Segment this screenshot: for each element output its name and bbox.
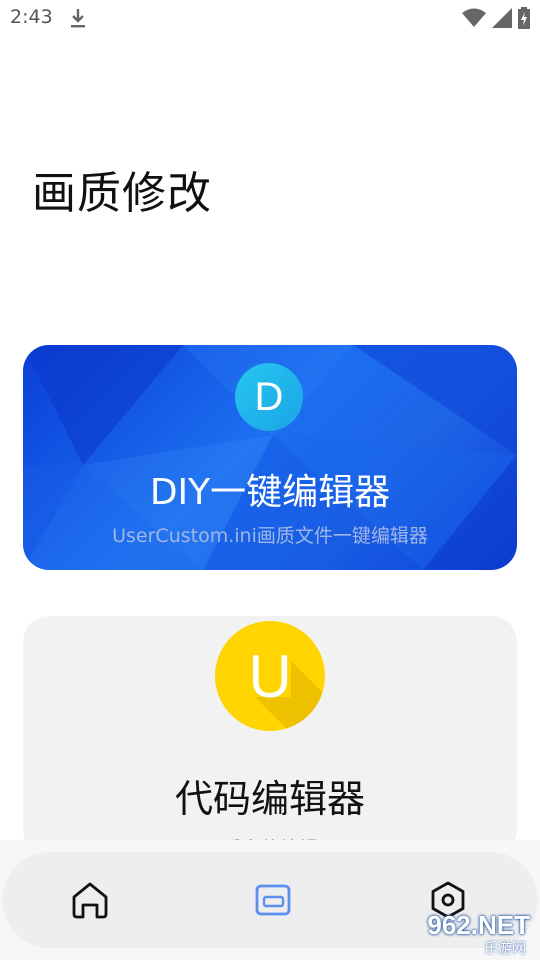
battery-charging-icon xyxy=(518,7,530,29)
code-badge-icon: U xyxy=(215,621,325,731)
wifi-icon xyxy=(462,8,486,28)
diy-card-title: DIY一键编辑器 xyxy=(149,472,391,513)
code-editor-card[interactable]: U 代码编辑器 画质文件编辑器 xyxy=(23,616,517,856)
watermark-logo: 962.NET 乐游网 xyxy=(398,906,536,957)
code-card-title: 代码编辑器 xyxy=(174,777,365,821)
download-icon xyxy=(68,6,88,30)
diy-card-subtitle: UserCustom.ini画质文件一键编辑器 xyxy=(112,525,428,547)
watermark-sub: 乐游网 xyxy=(484,941,526,957)
diy-editor-card[interactable]: D DIY一键编辑器 UserCustom.ini画质文件一键编辑器 xyxy=(23,345,517,570)
signal-icon xyxy=(492,8,512,28)
nav-editor[interactable] xyxy=(251,878,295,922)
code-badge-letter: U xyxy=(248,643,292,710)
status-time: 2:43 xyxy=(10,6,53,28)
home-icon xyxy=(72,882,108,919)
diy-badge-icon: D xyxy=(235,363,303,431)
editor-icon xyxy=(255,884,291,916)
nav-home[interactable] xyxy=(68,878,112,922)
watermark-text: 962.NET xyxy=(427,910,530,940)
status-bar: 2:43 xyxy=(0,0,540,38)
status-icons xyxy=(462,6,530,30)
page-title: 画质修改 xyxy=(32,168,212,219)
